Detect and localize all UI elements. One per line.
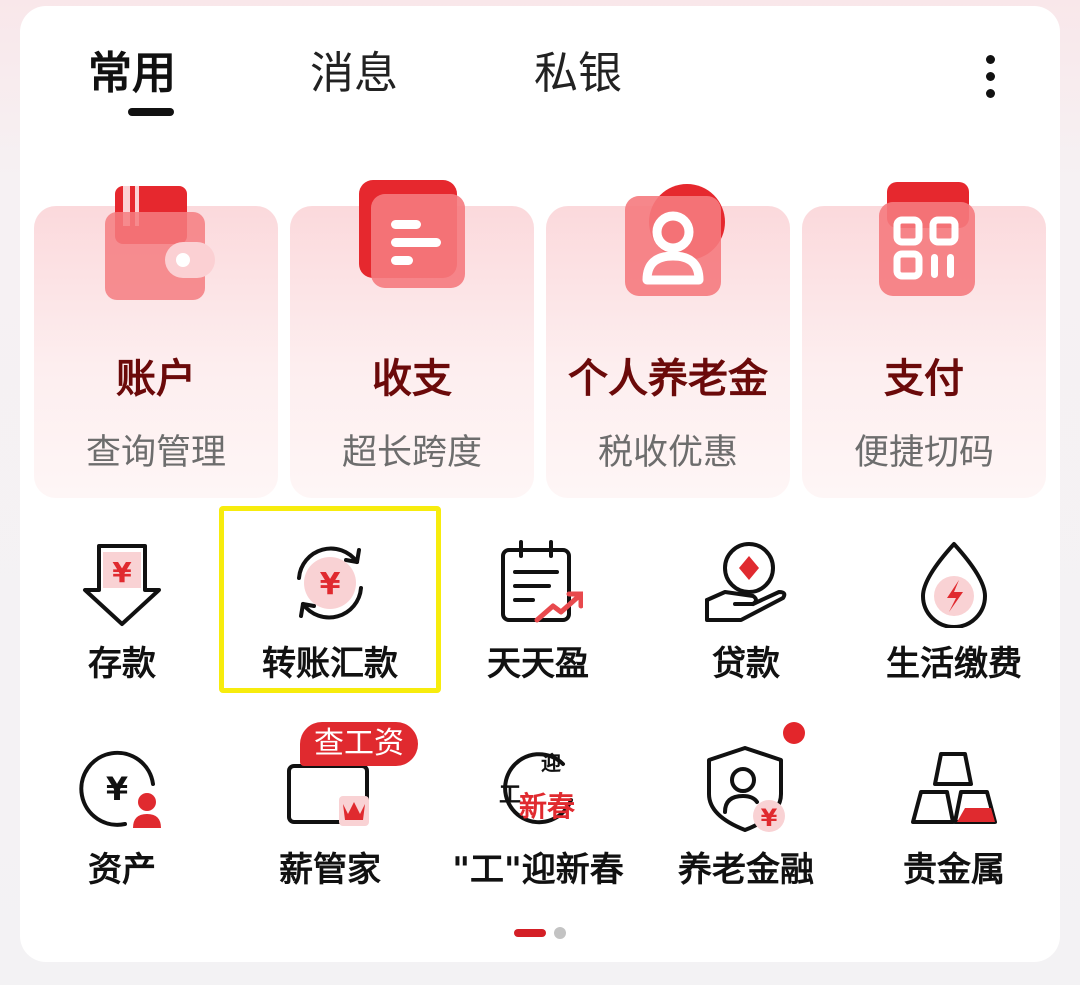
grid-item-label: 薪管家 bbox=[279, 850, 381, 890]
statement-icon bbox=[359, 180, 465, 288]
grid-item-loan[interactable]: 贷款 bbox=[646, 538, 846, 688]
currency-symbol: ¥ bbox=[112, 556, 132, 589]
page-indicator bbox=[514, 927, 566, 939]
feature-title: 账户 bbox=[116, 356, 196, 402]
feature-card-payment[interactable]: 支付 便捷切码 bbox=[802, 182, 1046, 498]
pension-shield-icon: ¥ bbox=[707, 746, 785, 832]
grid-item-label: 天天盈 bbox=[487, 644, 589, 684]
feature-title: 个人养老金 bbox=[568, 356, 768, 402]
feature-subtitle: 税收优惠 bbox=[597, 433, 738, 473]
feature-title: 支付 bbox=[884, 356, 964, 402]
new-year-icon: 迎 工 新春 bbox=[499, 751, 575, 825]
notification-dot bbox=[783, 722, 805, 744]
feature-card-personal-pension[interactable]: 个人养老金 税收优惠 bbox=[546, 184, 790, 498]
new-year-icon-main-text: 新春 bbox=[519, 790, 575, 823]
page-dot[interactable] bbox=[554, 927, 566, 939]
active-tab-indicator bbox=[128, 108, 174, 116]
feature-title: 收支 bbox=[372, 356, 452, 402]
grid-item-tiantianying[interactable]: 天天盈 bbox=[438, 538, 638, 688]
currency-symbol: ¥ bbox=[106, 770, 128, 808]
grid-item-assets[interactable]: ¥ 资产 bbox=[22, 744, 222, 894]
new-year-icon-left-char: 工 bbox=[499, 783, 521, 808]
asset-icon: ¥ bbox=[79, 750, 161, 828]
utility-drop-icon bbox=[921, 542, 987, 628]
grid-item-utility-bills[interactable]: 生活缴费 bbox=[854, 538, 1054, 688]
wallet-icon bbox=[105, 186, 215, 300]
loan-hand-icon bbox=[705, 542, 787, 622]
highlight-box bbox=[219, 506, 441, 693]
feature-card-account[interactable]: 账户 查询管理 bbox=[34, 186, 278, 498]
tab-common[interactable]: 常用 bbox=[88, 44, 176, 104]
check-salary-badge: 查工资 bbox=[300, 722, 418, 766]
page-dot-active bbox=[514, 929, 546, 937]
grid-item-label: 生活缴费 bbox=[886, 644, 1022, 684]
feature-subtitle: 查询管理 bbox=[85, 433, 226, 473]
tab-private-banking[interactable]: 私银 bbox=[534, 44, 622, 104]
grid-item-label: "工"迎新春 bbox=[452, 850, 624, 890]
currency-symbol: ¥ bbox=[761, 804, 778, 832]
deposit-icon: ¥ bbox=[83, 544, 161, 626]
grid-item-label: 养老金融 bbox=[678, 850, 814, 890]
feature-card-income-expense[interactable]: 收支 超长跨度 bbox=[290, 180, 534, 498]
services-card: 常用 消息 私银 账户 查询管理 收支 超长跨度 个人养老金 税收优惠 支付 便… bbox=[20, 6, 1060, 962]
grid-item-deposit[interactable]: ¥ 存款 bbox=[22, 538, 222, 688]
grid-item-label: 贷款 bbox=[712, 644, 780, 684]
grid-item-new-year[interactable]: 迎 工 新春 "工"迎新春 bbox=[438, 744, 638, 894]
feature-subtitle: 超长跨度 bbox=[341, 433, 482, 473]
qr-code-icon bbox=[879, 182, 975, 296]
tab-messages[interactable]: 消息 bbox=[310, 44, 398, 104]
grid-item-pension-finance[interactable]: ¥ 养老金融 bbox=[646, 744, 846, 894]
grid-item-label: 资产 bbox=[88, 850, 156, 890]
grid-item-salary-manager[interactable]: 薪管家 bbox=[230, 744, 430, 894]
grid-item-label: 存款 bbox=[88, 644, 156, 684]
grid-item-precious-metals[interactable]: 贵金属 bbox=[854, 744, 1054, 894]
person-icon bbox=[625, 184, 725, 296]
gold-bars-icon bbox=[911, 752, 997, 824]
more-options-icon[interactable] bbox=[972, 46, 1008, 106]
calendar-chart-icon bbox=[501, 540, 583, 623]
feature-subtitle: 便捷切码 bbox=[853, 433, 994, 473]
grid-item-label: 贵金属 bbox=[903, 850, 1005, 890]
new-year-icon-top-char: 迎 bbox=[541, 751, 561, 775]
